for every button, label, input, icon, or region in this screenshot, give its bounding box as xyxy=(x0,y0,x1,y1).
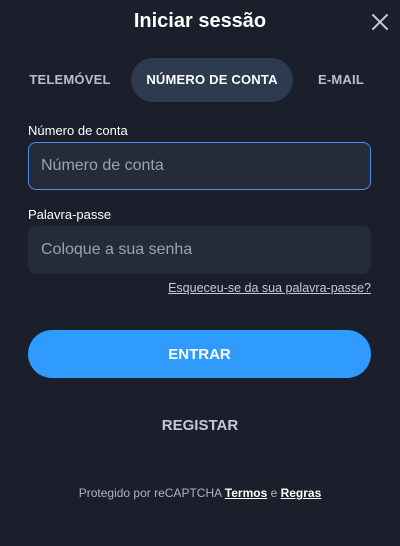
account-number-label: Número de conta xyxy=(28,123,128,138)
password-label: Palavra-passe xyxy=(28,207,112,222)
tab-account-number[interactable]: NÚMERO DE CONTA xyxy=(131,58,293,102)
terms-link[interactable]: Termos xyxy=(225,486,267,500)
login-button[interactable]: ENTRAR xyxy=(28,330,371,378)
recaptcha-notice: Protegido por reCAPTCHA Termos e Regras xyxy=(0,486,400,500)
login-method-tabs: TELEMÓVEL NÚMERO DE CONTA E-MAIL xyxy=(18,58,382,102)
tab-email[interactable]: E-MAIL xyxy=(302,58,380,102)
account-number-input[interactable] xyxy=(28,142,371,190)
register-button[interactable]: REGISTAR xyxy=(100,408,300,442)
tab-phone[interactable]: TELEMÓVEL xyxy=(18,58,122,102)
forgot-password-link[interactable]: Esqueceu-se da sua palavra-passe? xyxy=(168,281,371,295)
conjunction-text: e xyxy=(267,486,281,500)
rules-link[interactable]: Regras xyxy=(281,486,322,500)
page-title: Iniciar sessão xyxy=(133,10,267,32)
close-icon[interactable] xyxy=(370,12,390,32)
recaptcha-text: Protegido por reCAPTCHA xyxy=(78,486,225,500)
password-input[interactable] xyxy=(28,226,371,274)
modal-header: Iniciar sessão xyxy=(0,0,400,46)
